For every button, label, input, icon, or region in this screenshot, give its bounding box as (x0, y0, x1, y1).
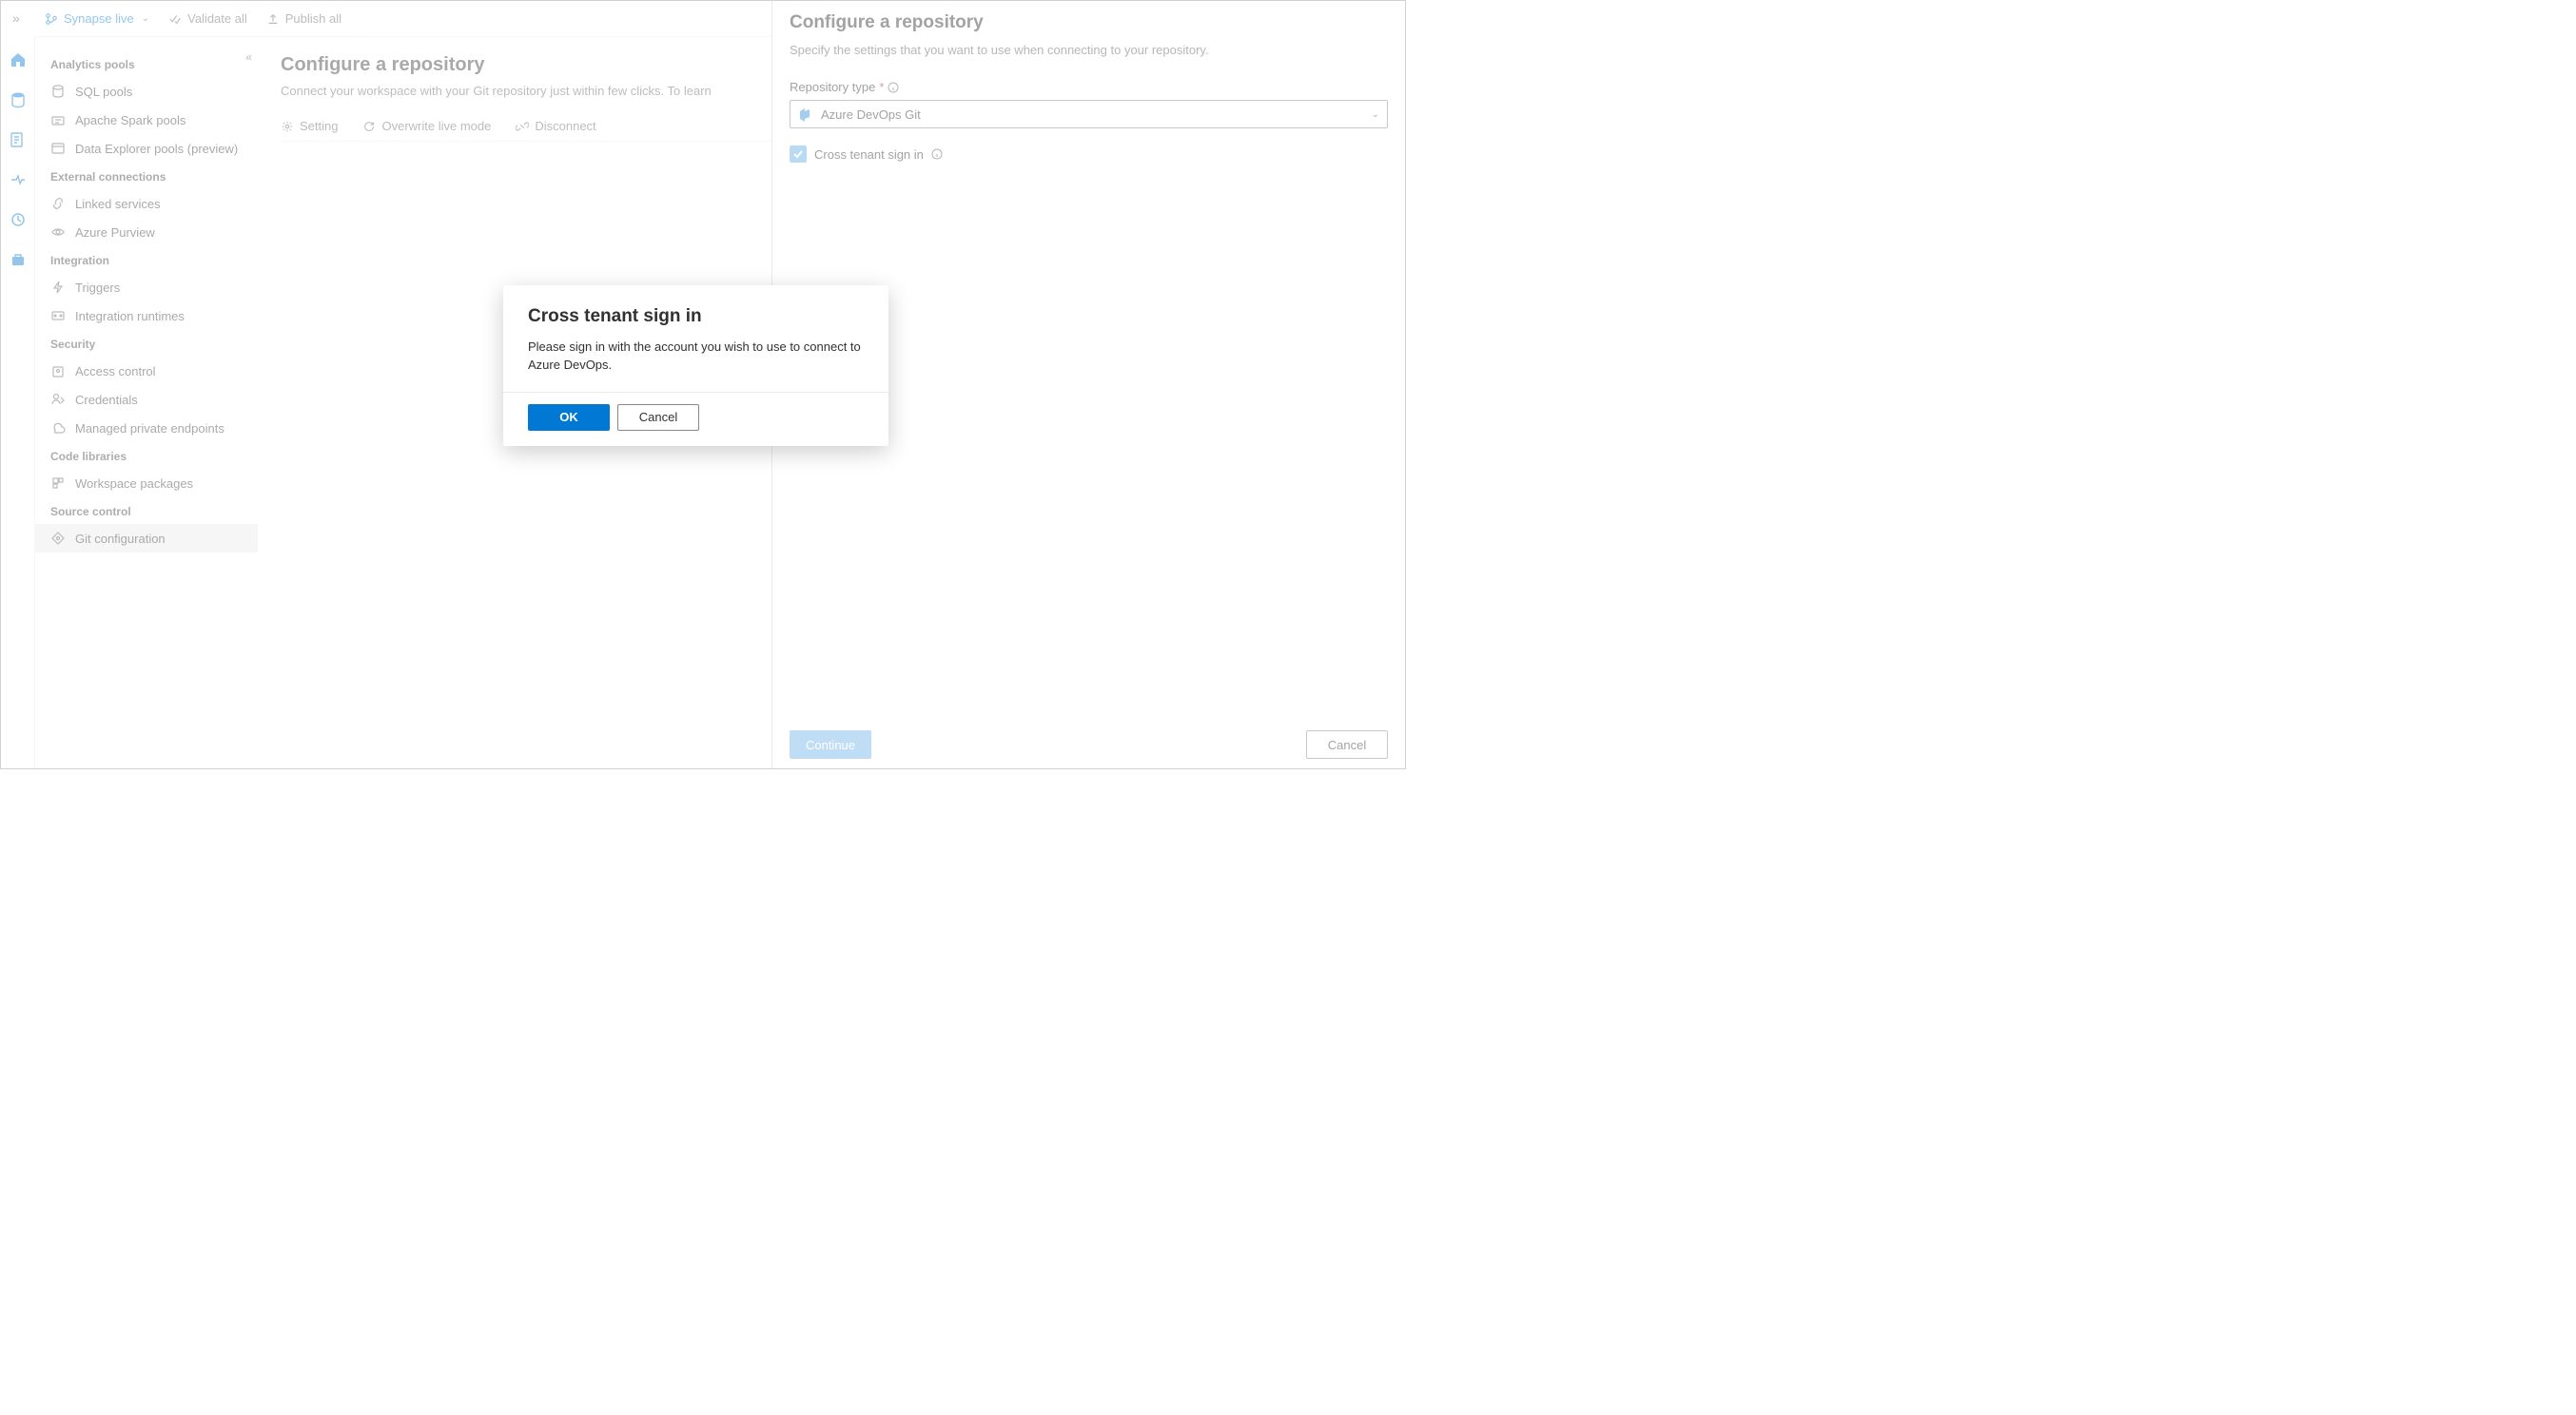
modal-text: Please sign in with the account you wish… (528, 339, 864, 375)
modal-ok-button[interactable]: OK (528, 404, 610, 431)
cross-tenant-signin-modal: Cross tenant sign in Please sign in with… (503, 285, 888, 446)
modal-cancel-button[interactable]: Cancel (617, 404, 699, 431)
modal-title: Cross tenant sign in (528, 306, 864, 327)
